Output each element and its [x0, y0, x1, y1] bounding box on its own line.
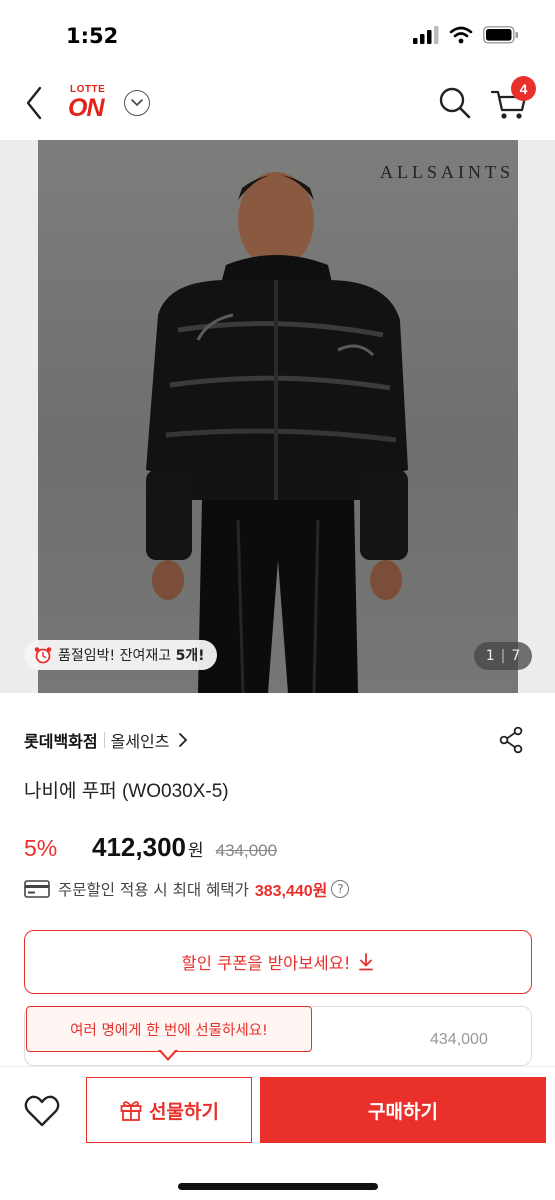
bottom-action-bar: 선물하기 구매하기: [0, 1066, 555, 1200]
stock-notice-text: 품절임박! 잔여재고 5개!: [58, 648, 205, 664]
status-bar: 1:52: [0, 0, 555, 68]
cart-count-badge: 4: [511, 76, 536, 101]
benefit-text: 주문할인 적용 시 최대 혜택가: [58, 881, 249, 899]
back-button[interactable]: [18, 82, 52, 124]
original-price: 434,000: [215, 841, 278, 860]
chevron-down-icon: [131, 99, 143, 107]
chevron-right-icon: [178, 733, 187, 747]
price-row: 5% 412,300 원 434,000: [24, 832, 277, 863]
brand-watermark: ALLSAINTS: [380, 162, 514, 182]
coupon-label: 할인 쿠폰을 받아보세요!: [181, 954, 351, 973]
status-time: 1:52: [66, 24, 119, 48]
seller-name[interactable]: 롯데백화점: [24, 728, 98, 752]
chevron-left-icon: [26, 86, 42, 120]
image-counter: 1 | 7: [474, 642, 532, 670]
alarm-clock-icon: [34, 647, 52, 664]
search-button[interactable]: [438, 86, 472, 120]
gift-button-label: 선물하기: [149, 1100, 219, 1123]
mall-dropdown-button[interactable]: [124, 90, 150, 116]
product-photo: [38, 140, 518, 693]
signal-icon: [413, 26, 439, 44]
model-in-puffer-jacket-image: [146, 172, 408, 693]
wishlist-button[interactable]: [22, 1091, 62, 1131]
gift-tooltip-text: 여러 명에게 한 번에 선물하세요!: [70, 1022, 268, 1039]
sale-price: 412,300: [92, 832, 186, 862]
product-image-carousel[interactable]: ALLSAINTS 품절임박! 잔여재고 5개! 1 | 7: [0, 140, 555, 693]
home-indicator: [178, 1183, 378, 1190]
logo-main-text: ON: [68, 94, 104, 122]
heart-icon: [24, 1095, 60, 1127]
seller-divider: [103, 732, 105, 748]
benefit-price: 383,440원: [254, 883, 328, 900]
status-icons: [413, 26, 519, 44]
discount-rate: 5%: [24, 835, 58, 861]
lotteon-logo[interactable]: LOTTE ON: [68, 82, 118, 124]
credit-card-icon: [24, 880, 50, 898]
wifi-icon: [449, 26, 473, 44]
buy-button-label: 구매하기: [368, 1100, 438, 1123]
download-icon: [359, 953, 374, 971]
currency-unit: 원: [187, 841, 204, 861]
product-title: 나비에 푸퍼 (WO030X-5): [24, 781, 229, 802]
gift-tooltip: 여러 명에게 한 번에 선물하세요!: [26, 1006, 312, 1052]
option-price: 434,000: [430, 1031, 488, 1048]
battery-icon: [483, 26, 518, 44]
low-stock-badge: 품절임박! 잔여재고 5개!: [24, 640, 217, 670]
download-coupon-button[interactable]: 할인 쿠폰을 받아보세요!: [24, 930, 532, 994]
help-icon[interactable]: ?: [331, 880, 350, 898]
max-benefit-row[interactable]: 주문할인 적용 시 최대 혜택가 383,440원 ?: [24, 877, 350, 901]
gift-icon: [120, 1101, 142, 1121]
image-total: 7: [511, 648, 521, 664]
gift-button[interactable]: 선물하기: [86, 1077, 252, 1143]
app-header: LOTTE ON: [0, 68, 555, 140]
brand-link[interactable]: 올세인츠: [111, 728, 170, 752]
seller-brand-row[interactable]: 롯데백화점 올세인츠: [24, 728, 188, 752]
tooltip-arrow-inner: [160, 1049, 176, 1058]
image-index: 1: [485, 648, 495, 664]
buy-button[interactable]: 구매하기: [260, 1077, 546, 1143]
search-icon: [439, 87, 471, 119]
share-icon: [499, 726, 523, 754]
share-button[interactable]: [498, 726, 526, 754]
image-counter-separator: |: [500, 648, 506, 664]
